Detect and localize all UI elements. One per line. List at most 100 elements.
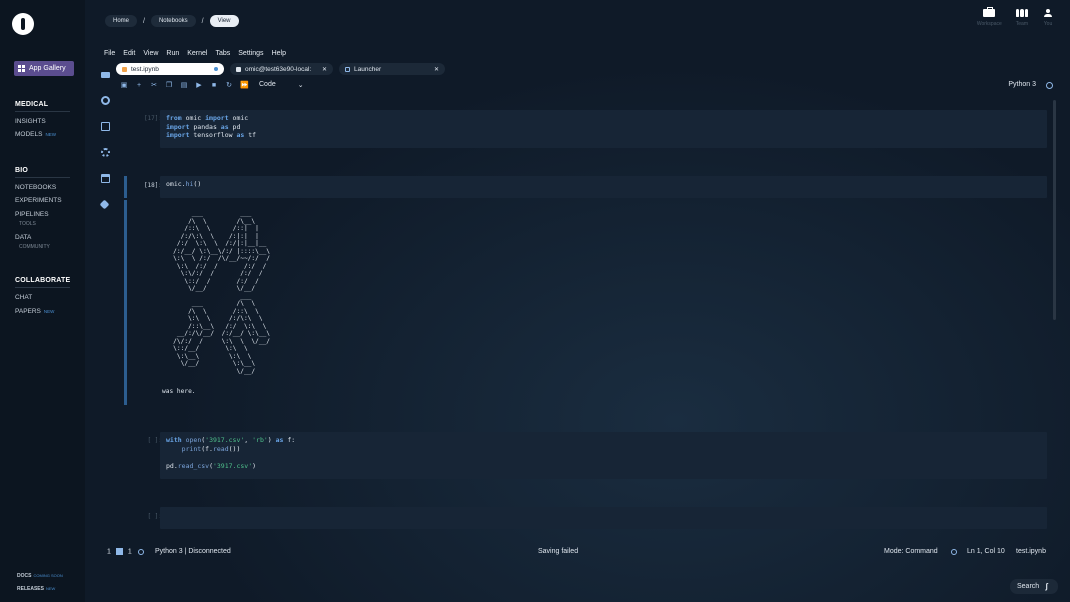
left-sidebar: App Gallery MEDICAL INSIGHTS MODELS NEW B… bbox=[0, 0, 85, 602]
menu-view[interactable]: View bbox=[143, 50, 158, 57]
status-bar: 1 1 Python 3 | Disconnected Saving faile… bbox=[107, 548, 1047, 558]
workspace-button[interactable]: Workspace bbox=[977, 7, 1002, 27]
chevron-down-icon: ⌄ bbox=[297, 82, 304, 89]
tab-test-ipynb[interactable]: test.ipynb bbox=[116, 63, 224, 75]
paste-icon[interactable]: ▤ bbox=[180, 81, 188, 89]
restart-icon[interactable]: ↻ bbox=[225, 81, 233, 89]
sidebar-sub-community[interactable]: COMMUNITY bbox=[19, 244, 50, 250]
notebook-panel: [17]: from omic import omic import panda… bbox=[120, 100, 1055, 535]
tab-label: omic@test63e90-local: bbox=[245, 65, 312, 73]
scrollbar[interactable] bbox=[1053, 100, 1056, 320]
code-cell[interactable]: [ ]: with open('3917.csv', 'rb') as f: p… bbox=[120, 432, 1047, 479]
menu-edit[interactable]: Edit bbox=[123, 50, 135, 57]
tab-label: test.ipynb bbox=[131, 65, 159, 73]
code-cell[interactable]: [17]: from omic import omic import panda… bbox=[120, 110, 1047, 148]
terminal-icon bbox=[236, 66, 241, 72]
sidebar-item-notebooks[interactable]: NOTEBOOKS bbox=[15, 184, 56, 191]
briefcase-icon bbox=[983, 7, 996, 17]
launcher-icon bbox=[345, 66, 350, 72]
code-editor[interactable] bbox=[160, 507, 1047, 529]
divider bbox=[15, 287, 70, 288]
running-icon[interactable] bbox=[101, 96, 110, 105]
breadcrumb-separator: / bbox=[201, 17, 204, 25]
status-count: 1 bbox=[107, 548, 111, 556]
cell-prompt: [ ]: bbox=[147, 513, 162, 520]
sidebar-item-releases[interactable]: RELEASES NEW bbox=[17, 586, 55, 592]
code-editor[interactable]: with open('3917.csv', 'rb') as f: print(… bbox=[160, 432, 1047, 479]
cell-type-value: Code bbox=[259, 81, 276, 88]
stop-icon[interactable]: ■ bbox=[210, 82, 218, 89]
search-label: Search bbox=[1017, 583, 1040, 590]
section-medical: MEDICAL bbox=[15, 101, 49, 108]
fast-forward-icon[interactable]: ⏩ bbox=[240, 81, 249, 89]
menu-settings[interactable]: Settings bbox=[238, 50, 263, 57]
cell-active-bar bbox=[124, 176, 127, 198]
tab-launcher[interactable]: Launcher ✕ bbox=[339, 63, 445, 75]
close-icon[interactable]: ✕ bbox=[322, 66, 327, 73]
sidebar-item-docs[interactable]: DOCS COMING SOON bbox=[17, 573, 63, 579]
menu-run[interactable]: Run bbox=[166, 50, 179, 57]
sidebar-item-pipelines[interactable]: PIPELINES bbox=[15, 211, 49, 218]
mode-status[interactable]: Mode: Command bbox=[884, 548, 938, 555]
search-button[interactable]: Search ʃ bbox=[1010, 579, 1058, 594]
app-gallery-label: App Gallery bbox=[29, 65, 66, 72]
sidebar-item-papers[interactable]: PAPERS NEW bbox=[15, 308, 54, 315]
kernel-status-icon[interactable] bbox=[137, 548, 144, 555]
user-button[interactable]: You bbox=[1042, 9, 1054, 27]
cut-icon[interactable]: ✂ bbox=[150, 81, 158, 89]
notebook-icon bbox=[122, 66, 127, 72]
team-button[interactable]: Team bbox=[1016, 9, 1028, 27]
search-icon: ʃ bbox=[1045, 582, 1048, 591]
breadcrumb-separator: / bbox=[143, 17, 145, 25]
cell-output-ascii: ___ ___ /\ \ /\__\ /::\ \ /::| | /:/\:\ … bbox=[173, 210, 271, 375]
property-inspector-icon[interactable] bbox=[101, 148, 110, 157]
menu-file[interactable]: File bbox=[104, 50, 115, 57]
menu-help[interactable]: Help bbox=[272, 50, 286, 57]
menu-tabs[interactable]: Tabs bbox=[215, 50, 230, 57]
add-cell-icon[interactable]: + bbox=[135, 82, 143, 89]
breadcrumb-notebooks[interactable]: Notebooks bbox=[150, 15, 196, 27]
kernel-state[interactable]: Python 3 | Disconnected bbox=[155, 548, 231, 555]
cell-type-select[interactable]: Code ⌄ bbox=[259, 81, 304, 89]
sidebar-item-data[interactable]: DATA bbox=[15, 234, 31, 241]
tab-terminal[interactable]: omic@test63e90-local: ✕ bbox=[230, 63, 333, 75]
code-editor[interactable]: omic.hi() bbox=[160, 176, 1047, 198]
top-right-nav: Workspace Team You bbox=[977, 7, 1054, 27]
kernel-status-icon bbox=[1046, 82, 1053, 89]
tab-label: Launcher bbox=[354, 65, 382, 73]
cell-prompt: [17]: bbox=[143, 115, 162, 122]
cursor-position[interactable]: Ln 1, Col 10 bbox=[967, 548, 1005, 555]
breadcrumb: Home / Notebooks / View bbox=[105, 15, 239, 27]
new-badge: NEW bbox=[45, 132, 56, 137]
logo-icon[interactable] bbox=[12, 13, 34, 35]
unsaved-dot-icon[interactable] bbox=[214, 67, 218, 71]
app-gallery-button[interactable]: App Gallery bbox=[14, 61, 74, 76]
section-collaborate: COLLABORATE bbox=[15, 277, 71, 284]
sidebar-item-models[interactable]: MODELS NEW bbox=[15, 131, 56, 138]
tabs-icon[interactable] bbox=[101, 174, 110, 183]
cell-prompt: [ ]: bbox=[147, 437, 162, 444]
code-editor[interactable]: from omic import omic import pandas as p… bbox=[160, 110, 1047, 148]
close-icon[interactable]: ✕ bbox=[434, 66, 439, 73]
output-active-bar[interactable] bbox=[124, 200, 127, 405]
menu-kernel[interactable]: Kernel bbox=[187, 50, 207, 57]
run-icon[interactable]: ▶ bbox=[195, 81, 203, 89]
save-status: Saving failed bbox=[538, 548, 579, 555]
folder-icon[interactable] bbox=[101, 72, 110, 78]
terminal-status-icon[interactable] bbox=[115, 548, 123, 555]
sidebar-item-insights[interactable]: INSIGHTS bbox=[15, 118, 46, 125]
menu-bar: File Edit View Run Kernel Tabs Settings … bbox=[104, 50, 286, 57]
kernel-name[interactable]: Python 3 bbox=[1008, 81, 1036, 88]
copy-icon[interactable]: ❐ bbox=[165, 81, 173, 89]
code-cell[interactable]: [ ]: bbox=[120, 507, 1047, 529]
team-label: Team bbox=[1015, 21, 1028, 27]
breadcrumb-view[interactable]: View bbox=[209, 15, 239, 27]
commands-icon[interactable] bbox=[101, 122, 110, 131]
sidebar-item-experiments[interactable]: EXPERIMENTS bbox=[15, 197, 62, 204]
code-cell-active[interactable]: [18]: omic.hi() ___ ___ /\ \ /\__\ /::\ … bbox=[120, 176, 1047, 406]
breadcrumb-home[interactable]: Home bbox=[105, 15, 138, 27]
sidebar-item-chat[interactable]: CHAT bbox=[15, 294, 32, 301]
sidebar-sub-tools[interactable]: TOOLS bbox=[19, 221, 36, 227]
save-icon[interactable]: ▣ bbox=[120, 81, 128, 89]
shield-icon[interactable] bbox=[951, 549, 957, 555]
